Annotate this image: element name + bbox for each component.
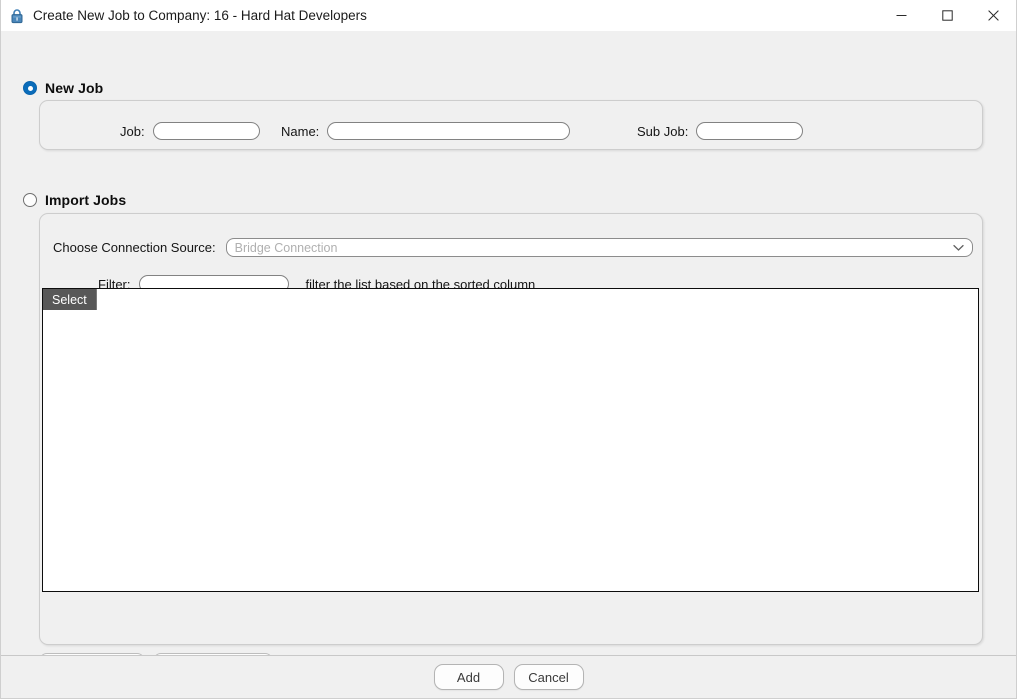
radio-import-jobs-indicator[interactable] bbox=[23, 193, 37, 207]
chevron-down-icon bbox=[953, 244, 964, 252]
minimize-icon[interactable] bbox=[878, 0, 924, 31]
close-icon[interactable] bbox=[970, 0, 1016, 31]
radio-new-job-label: New Job bbox=[45, 80, 104, 96]
jobs-grid-header: Select bbox=[43, 289, 978, 310]
job-input[interactable] bbox=[152, 122, 260, 140]
import-jobs-group-panel: Choose Connection Source: Bridge Connect… bbox=[39, 213, 983, 645]
sub-job-field-row: Sub Job: bbox=[637, 122, 804, 140]
new-job-group-panel: Job: Name: Sub Job: bbox=[39, 100, 983, 150]
add-button[interactable]: Add bbox=[433, 664, 504, 690]
jobs-grid[interactable]: Select bbox=[42, 288, 979, 592]
job-label: Job: bbox=[120, 123, 145, 139]
name-input[interactable] bbox=[327, 122, 571, 140]
radio-import-jobs-label: Import Jobs bbox=[45, 192, 127, 208]
jobs-grid-body[interactable] bbox=[43, 310, 978, 591]
connection-source-label: Choose Connection Source: bbox=[53, 240, 216, 255]
grid-column-select[interactable]: Select bbox=[43, 289, 97, 310]
window-title: Create New Job to Company: 16 - Hard Hat… bbox=[33, 8, 367, 23]
sub-job-label: Sub Job: bbox=[637, 123, 689, 139]
connection-source-select[interactable]: Bridge Connection bbox=[225, 238, 973, 257]
create-new-job-dialog: Create New Job to Company: 16 - Hard Hat… bbox=[0, 0, 1017, 699]
sub-job-input[interactable] bbox=[696, 122, 804, 140]
radio-new-job-indicator[interactable] bbox=[23, 81, 37, 95]
footer-button-bar: Add Cancel bbox=[1, 656, 1016, 698]
lock-icon bbox=[9, 8, 25, 24]
radio-option-new-job[interactable]: New Job bbox=[23, 80, 103, 96]
radio-option-import-jobs[interactable]: Import Jobs bbox=[23, 192, 126, 208]
connection-source-value: Bridge Connection bbox=[234, 240, 338, 255]
maximize-icon[interactable] bbox=[924, 0, 970, 31]
name-label: Name: bbox=[281, 123, 320, 139]
window-controls bbox=[878, 0, 1016, 31]
cancel-button[interactable]: Cancel bbox=[513, 664, 584, 690]
job-field-row: Job: bbox=[120, 122, 260, 140]
name-field-row: Name: bbox=[281, 122, 571, 140]
connection-source-row: Choose Connection Source: Bridge Connect… bbox=[53, 238, 973, 257]
titlebar: Create New Job to Company: 16 - Hard Hat… bbox=[1, 0, 1016, 32]
dialog-body: New Job Job: Name: Sub Job: Import Jobs bbox=[1, 31, 1016, 698]
